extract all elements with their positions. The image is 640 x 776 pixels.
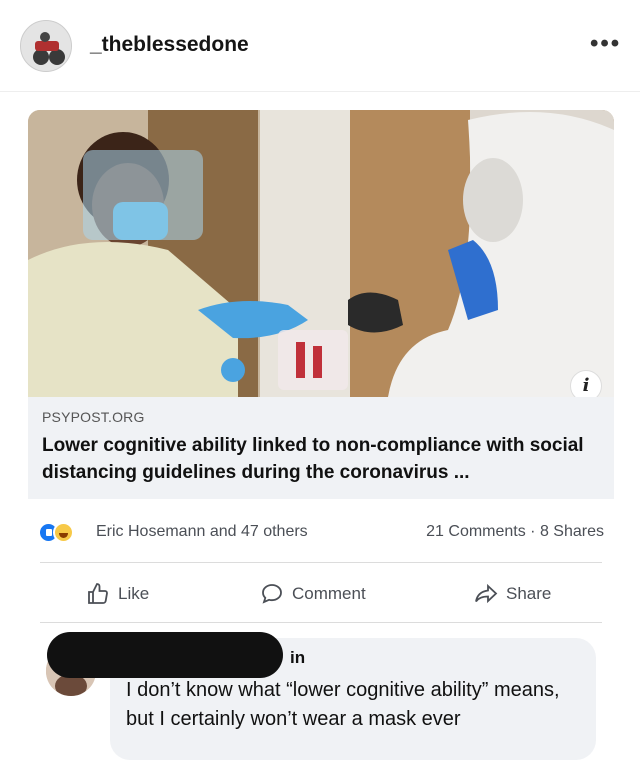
share-arrow-icon: [475, 583, 498, 604]
share-button[interactable]: Share: [474, 574, 551, 614]
comment-label: Comment: [292, 584, 366, 603]
like-button[interactable]: Like: [86, 574, 149, 614]
reaction-icons[interactable]: [38, 522, 76, 544]
like-label: Like: [118, 584, 150, 603]
link-domain: PSYPOST.ORG: [42, 409, 145, 425]
reactors-text[interactable]: Eric Hosemann and 47 others: [96, 523, 308, 541]
reactions-summary: Eric Hosemann and 47 others 21 Comments …: [38, 520, 604, 546]
link-preview-image[interactable]: [28, 110, 614, 397]
post-actions-bar: Like Comment Share: [28, 574, 614, 614]
instagram-username[interactable]: _theblessedone: [90, 33, 249, 57]
comment-text: I don’t know what “lower cognitive abili…: [126, 679, 560, 730]
link-title[interactable]: Lower cognitive ability linked to non-co…: [42, 432, 612, 486]
share-label: Share: [506, 584, 552, 603]
commenter-name[interactable]: in: [290, 648, 305, 668]
divider: [40, 562, 602, 563]
comment-button[interactable]: Comment: [260, 574, 366, 614]
instagram-post-header: _theblessedone •••: [0, 0, 640, 92]
more-horizontal-icon[interactable]: •••: [590, 32, 621, 56]
facebook-post-card: i PSYPOST.ORG Lower cognitive ability li…: [28, 106, 614, 768]
comments-shares-count[interactable]: 21 Comments · 8 Shares: [426, 523, 604, 541]
instagram-avatar[interactable]: [20, 20, 72, 72]
link-preview-meta[interactable]: PSYPOST.ORG Lower cognitive ability link…: [28, 397, 614, 499]
name-redaction-bar: [47, 632, 283, 678]
divider: [40, 622, 602, 623]
thumbs-up-icon: [88, 583, 108, 604]
haha-reaction-icon: [53, 522, 74, 543]
comment-bubble-icon: [262, 584, 282, 604]
